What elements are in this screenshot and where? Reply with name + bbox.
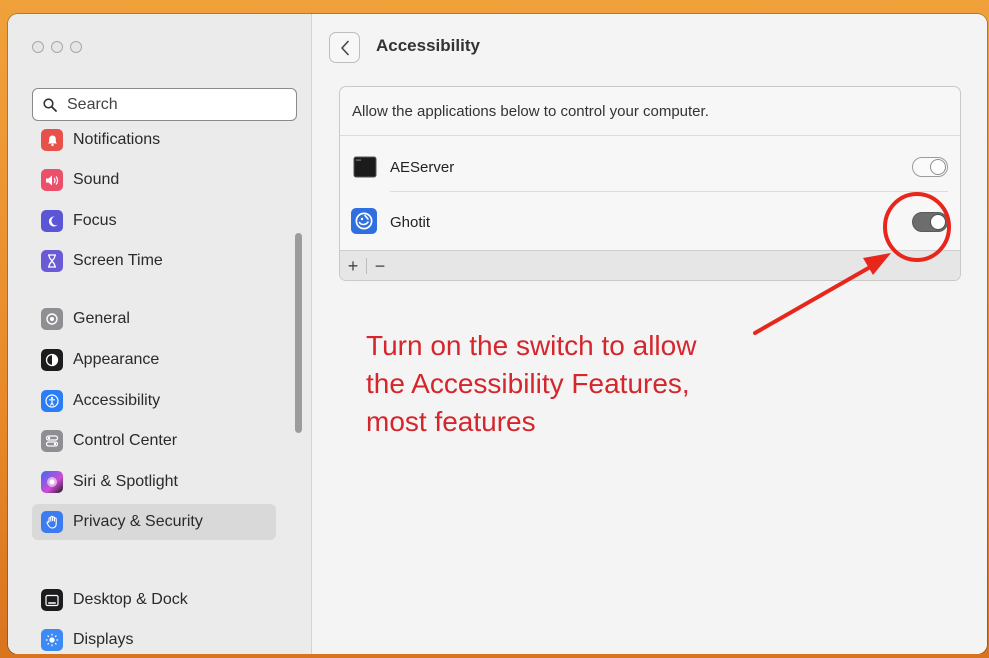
sidebar-item-label: Screen Time — [73, 252, 163, 269]
sidebar-item-label: Sound — [73, 171, 120, 188]
annotation-line: most features — [366, 406, 536, 437]
bell-icon — [41, 129, 63, 151]
panel-footer: + − — [340, 250, 960, 280]
sidebar-item-appearance[interactable]: Appearance — [32, 342, 276, 378]
back-button[interactable] — [329, 32, 360, 63]
settings-window: Notifications Sound Focus Screen Time — [8, 14, 987, 654]
sidebar: Notifications Sound Focus Screen Time — [8, 14, 312, 654]
moon-icon — [41, 210, 63, 232]
aeserver-toggle[interactable] — [912, 157, 948, 177]
sidebar-item-general[interactable]: General — [32, 301, 276, 337]
app-row-ghotit: Ghotit — [340, 197, 960, 247]
panel-description: Allow the applications below to control … — [352, 103, 709, 120]
sidebar-item-desktop-dock[interactable]: Desktop & Dock — [32, 582, 276, 618]
annotation-line: Turn on the switch to allow — [366, 330, 697, 361]
sidebar-scrollbar[interactable] — [295, 233, 302, 433]
hand-icon — [41, 511, 63, 533]
dock-icon — [41, 589, 63, 611]
remove-app-button[interactable]: − — [367, 254, 393, 278]
speaker-icon — [41, 169, 63, 191]
gear-icon — [41, 308, 63, 330]
sidebar-item-notifications[interactable]: Notifications — [32, 126, 276, 158]
annotation-line: the Accessibility Features, — [366, 368, 690, 399]
sun-icon — [41, 629, 63, 651]
sidebar-item-label: Desktop & Dock — [73, 591, 188, 608]
app-row-aeserver: AEServer — [340, 142, 960, 192]
appearance-icon — [41, 349, 63, 371]
accessibility-apps-panel: Allow the applications below to control … — [339, 86, 961, 281]
sidebar-item-privacy-security[interactable]: Privacy & Security — [32, 504, 276, 540]
terminal-icon — [353, 156, 377, 178]
sidebar-item-label: Displays — [73, 631, 134, 648]
search-input[interactable] — [65, 94, 289, 115]
desktop-background — [0, 654, 989, 658]
toggle-knob — [930, 214, 946, 230]
app-name: Ghotit — [390, 213, 431, 231]
sidebar-item-accessibility[interactable]: Accessibility — [32, 383, 276, 419]
sidebar-item-label: Notifications — [73, 131, 161, 148]
sidebar-item-control-center[interactable]: Control Center — [32, 423, 276, 459]
sidebar-item-label: Accessibility — [73, 392, 161, 409]
sidebar-item-sound[interactable]: Sound — [32, 162, 276, 198]
ghotit-toggle[interactable] — [912, 212, 948, 232]
hourglass-icon — [41, 250, 63, 272]
annotation-text: Turn on the switch to allow the Accessib… — [366, 327, 786, 441]
toggle-knob — [930, 159, 946, 175]
siri-icon — [41, 471, 63, 493]
close-window-button[interactable] — [32, 41, 44, 53]
chevron-left-icon — [340, 40, 349, 55]
sidebar-item-label: General — [73, 310, 130, 327]
minimize-window-button[interactable] — [51, 41, 63, 53]
app-name: AEServer — [390, 158, 455, 176]
sidebar-item-screen-time[interactable]: Screen Time — [32, 243, 276, 279]
sidebar-item-label: Siri & Spotlight — [73, 473, 178, 490]
zoom-window-button[interactable] — [70, 41, 82, 53]
ghotit-icon — [351, 208, 377, 234]
control-center-icon — [41, 430, 63, 452]
sidebar-item-focus[interactable]: Focus — [32, 203, 276, 239]
sidebar-item-label: Control Center — [73, 432, 178, 449]
sidebar-list: Notifications Sound Focus Screen Time Ge… — [8, 126, 298, 654]
search-icon — [43, 97, 57, 112]
main-content: Accessibility Allow the applications bel… — [312, 14, 987, 654]
add-app-button[interactable]: + — [340, 254, 366, 278]
divider — [390, 191, 948, 192]
sidebar-item-siri-spotlight[interactable]: Siri & Spotlight — [32, 464, 276, 500]
window-controls — [32, 41, 82, 53]
sidebar-item-displays[interactable]: Displays — [32, 622, 276, 654]
divider — [340, 135, 960, 136]
sidebar-item-label: Focus — [73, 212, 117, 229]
sidebar-item-label: Appearance — [73, 351, 160, 368]
search-field[interactable] — [32, 88, 297, 121]
accessibility-icon — [41, 390, 63, 412]
page-title: Accessibility — [376, 36, 480, 55]
sidebar-item-label: Privacy & Security — [73, 513, 203, 530]
